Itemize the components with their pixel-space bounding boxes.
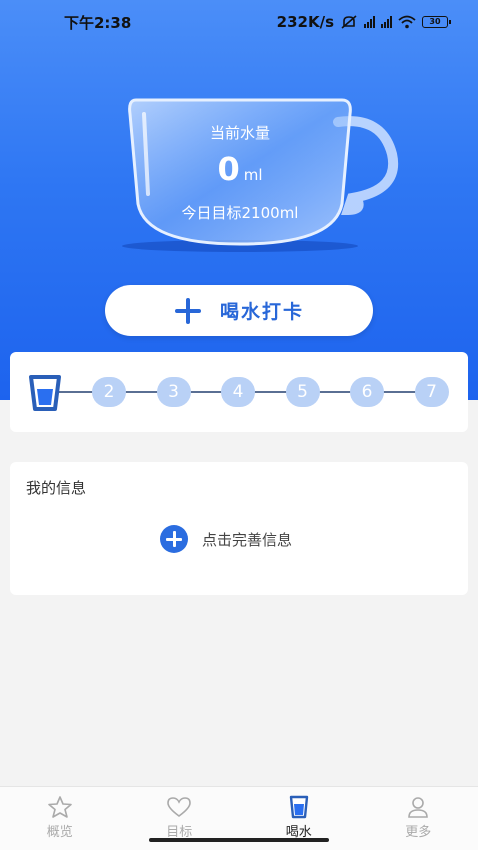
status-icons: 232K/s 30 [276,13,451,31]
water-cup: 当前水量 0 ml 今日目标2100ml [120,94,410,264]
user-icon [408,797,429,818]
status-bar: 下午2:38 232K/s 30 [0,0,478,44]
step-4[interactable]: 4 [221,377,255,407]
checkin-label: 喝水打卡 [219,302,304,323]
add-circle-icon [160,525,188,553]
star-icon [47,796,72,818]
tab-more[interactable]: 更多 [359,787,478,850]
my-info-title: 我的信息 [26,479,87,497]
cup-icon-step-1[interactable] [28,374,62,412]
step-2[interactable]: 2 [92,377,126,407]
current-water-label: 当前水量 [209,124,270,142]
daily-goal-label: 今日目标2100ml [181,204,299,222]
water-amount-value: 0 [217,150,240,188]
battery-icon: 30 [422,16,451,28]
cup-icon [289,795,308,819]
tab-overview[interactable]: 概览 [0,787,120,850]
signal-icon-1 [364,16,375,28]
signal-icon-2 [381,16,392,28]
tab-more-label: 更多 [405,825,432,840]
my-info-card: 我的信息 点击完善信息 [10,462,468,595]
network-speed: 232K/s [276,13,334,31]
complete-info-label: 点击完善信息 [202,530,293,549]
home-indicator[interactable] [149,838,329,842]
step-7[interactable]: 7 [414,377,449,407]
step-5[interactable]: 5 [285,377,320,407]
status-time: 下午2:38 [64,13,132,32]
step-6[interactable]: 6 [350,377,384,407]
complete-info-button[interactable]: 点击完善信息 [160,525,292,553]
plus-icon [174,297,202,325]
step-3[interactable]: 3 [156,377,191,407]
mute-icon [341,15,357,29]
drink-checkin-button[interactable]: 喝水打卡 [105,285,373,336]
current-water-amount: 0 ml [120,150,360,188]
wifi-icon [398,15,416,29]
tab-overview-label: 概览 [46,825,73,840]
water-amount-unit: ml [243,166,263,184]
heart-icon [167,797,192,817]
drink-progress-card: 234567 [10,352,468,432]
